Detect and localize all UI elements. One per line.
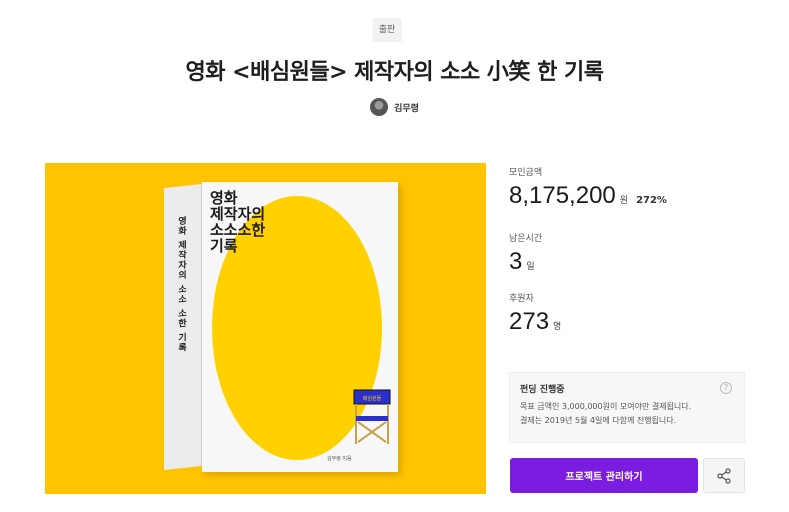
manage-project-button[interactable]: 프로젝트 관리하기 — [510, 458, 698, 493]
stat-amount: 모인금액 8,175,200 원 272% — [509, 165, 667, 210]
stat-backers: 후원자 273 명 — [509, 291, 561, 336]
book-spine-text: 영화 제작자의 소소 소한 기록 — [176, 215, 186, 354]
stat-backers-unit: 명 — [553, 322, 562, 332]
book-spine: 영화 제작자의 소소 소한 기록 — [164, 184, 202, 470]
stat-backers-label: 후원자 — [509, 294, 534, 304]
cover-author: 김무령 지음 — [327, 456, 352, 462]
funding-payment-date-text: 결제는 2019년 5월 4일에 다함께 진행됩니다. — [520, 416, 677, 425]
share-button[interactable] — [703, 458, 745, 493]
stat-time-left: 남은시간 3 일 — [509, 231, 542, 276]
funding-goal-text: 목표 금액인 3,000,000원이 모여야만 결제됩니다. — [520, 402, 692, 411]
stat-backers-value: 273 — [509, 308, 550, 335]
stat-time-left-value: 3 — [509, 248, 523, 275]
help-icon[interactable]: ? — [720, 382, 732, 394]
director-chair-icon: 배심원들 — [353, 389, 391, 444]
chair-label: 배심원들 — [363, 395, 382, 402]
funding-status-title: 펀딩 진행중 — [520, 385, 565, 395]
book-cover: 영화 제작자의 소소소한 기록 배심원들 김무령 지음 — [202, 182, 398, 472]
stat-amount-percent: 272% — [636, 195, 667, 206]
share-icon — [717, 467, 731, 484]
category-tag[interactable]: 출판 — [372, 18, 402, 42]
cover-title: 영화 제작자의 소소소한 기록 — [210, 189, 266, 255]
stat-time-left-unit: 일 — [526, 262, 535, 272]
project-main-image: 영화 제작자의 소소 소한 기록 영화 제작자의 소소소한 기록 배심원들 김무… — [45, 163, 486, 494]
creator-info[interactable]: 김무령 — [0, 98, 789, 116]
funding-status-box: 펀딩 진행중 목표 금액인 3,000,000원이 모여야만 결제됩니다. 결제… — [509, 372, 745, 443]
stat-amount-value: 8,175,200 — [509, 182, 616, 209]
stat-amount-label: 모인금액 — [509, 168, 543, 178]
page-title: 영화 <배심원들> 제작자의 소소 小笑 한 기록 — [185, 60, 604, 85]
creator-name[interactable]: 김무령 — [394, 101, 419, 114]
stat-amount-unit: 원 — [619, 196, 629, 206]
book-illustration: 영화 제작자의 소소 소한 기록 영화 제작자의 소소소한 기록 배심원들 김무… — [164, 180, 398, 472]
avatar[interactable] — [370, 98, 389, 116]
stat-time-left-label: 남은시간 — [509, 234, 543, 244]
